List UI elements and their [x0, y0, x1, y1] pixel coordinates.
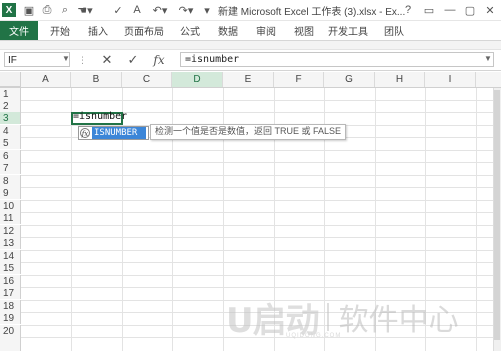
grid-line [21, 275, 501, 276]
grid-line [21, 187, 501, 188]
redo-icon[interactable]: ↷▾ [176, 3, 196, 17]
minimize-button[interactable]: — [442, 2, 458, 18]
insert-function-icon[interactable]: fx [150, 52, 168, 68]
column-header-e[interactable]: E [223, 72, 274, 87]
name-box[interactable]: IF [4, 52, 70, 67]
row-header-12[interactable]: 12 [0, 225, 21, 237]
select-all-button[interactable] [0, 72, 21, 87]
ribbon-display-button[interactable]: ▭ [421, 2, 437, 18]
tab-insert[interactable]: 插入 [84, 21, 112, 40]
touch-mode-icon[interactable]: ☚▾ [76, 3, 94, 17]
row-header-13[interactable]: 13 [0, 237, 21, 249]
customize-icon[interactable]: ▾ [202, 3, 212, 17]
tab-data[interactable]: 数据 [214, 21, 242, 40]
grid-line [21, 225, 501, 226]
cancel-icon[interactable]: ✕ [98, 52, 116, 68]
ribbon-collapsed-area [0, 41, 501, 50]
tab-team[interactable]: 团队 [380, 21, 408, 40]
ribbon-tabs: 文件 开始 插入 页面布局 公式 数据 审阅 视图 开发工具 团队 [0, 21, 501, 41]
row-header-19[interactable]: 19 [0, 312, 21, 324]
excel-logo-icon: X [2, 3, 16, 17]
close-button[interactable]: ✕ [482, 2, 498, 18]
scrollbar-thumb[interactable] [494, 90, 500, 340]
row-header-2[interactable]: 2 [0, 100, 21, 112]
column-header-b[interactable]: B [71, 72, 122, 87]
grid-line [21, 162, 501, 163]
spelling-icon[interactable]: ✓ [110, 3, 126, 17]
row-header-20[interactable]: 20 [0, 325, 21, 337]
grid-line [21, 200, 501, 201]
watermark-text: 软件中心 [338, 303, 459, 338]
tab-page-layout[interactable]: 页面布局 [122, 21, 166, 40]
row-header-6[interactable]: 6 [0, 150, 21, 162]
name-box-dropdown-icon[interactable]: ▼ [62, 54, 70, 63]
grid-line [21, 150, 501, 151]
save-icon[interactable]: ▣ [22, 3, 36, 17]
enter-icon[interactable]: ✓ [124, 52, 142, 68]
row-header-18[interactable]: 18 [0, 300, 21, 312]
row-header-8[interactable]: 8 [0, 175, 21, 187]
grid-line [21, 237, 501, 238]
grid-line [21, 212, 501, 213]
column-header-h[interactable]: H [375, 72, 425, 87]
function-icon: fx [80, 128, 90, 138]
autocomplete-item-isnumber[interactable]: ISNUMBER [92, 127, 146, 139]
function-tooltip: 检测一个值是否是数值，返回 TRUE 或 FALSE [150, 124, 347, 140]
tab-file[interactable]: 文件 [0, 21, 38, 40]
undo-icon[interactable]: ↶▾ [150, 3, 170, 17]
tab-formulas[interactable]: 公式 [176, 21, 204, 40]
column-header-f[interactable]: F [274, 72, 324, 87]
row-header-3[interactable]: 3 [0, 112, 21, 124]
print-icon[interactable]: ⎙ [40, 3, 54, 17]
maximize-button[interactable]: ▢ [462, 2, 478, 18]
row-header-14[interactable]: 14 [0, 250, 21, 262]
help-button[interactable]: ? [400, 2, 416, 18]
tab-home[interactable]: 开始 [46, 21, 74, 40]
watermark-divider [326, 303, 329, 331]
row-header-9[interactable]: 9 [0, 187, 21, 199]
column-header-g[interactable]: G [324, 72, 375, 87]
tab-view[interactable]: 视图 [290, 21, 318, 40]
grid-line [21, 175, 501, 176]
row-header-11[interactable]: 11 [0, 212, 21, 224]
row-header-10[interactable]: 10 [0, 200, 21, 212]
title-bar: X ▣ ⎙ ⌕ ☚▾ ✓ A ↶▾ ↷▾ ▾ 新建 Microsoft Exce… [0, 0, 501, 21]
watermark: U启动 软件中心 UQIDONG.COM [226, 297, 459, 341]
row-header-16[interactable]: 16 [0, 275, 21, 287]
font-size-icon[interactable]: A [130, 3, 144, 17]
row-header-7[interactable]: 7 [0, 162, 21, 174]
column-header-i[interactable]: I [425, 72, 476, 87]
column-header-c[interactable]: C [122, 72, 172, 87]
formula-input[interactable]: =isnumber [180, 52, 494, 67]
grid-line [21, 100, 501, 101]
formula-bar-grip-icon: ⋮ [78, 55, 87, 65]
row-header-1[interactable]: 1 [0, 88, 21, 100]
column-header-a[interactable]: A [21, 72, 71, 87]
row-header-5[interactable]: 5 [0, 137, 21, 149]
grid-line [21, 287, 501, 288]
cell-edit-text: =isnumber [73, 111, 128, 122]
tab-review[interactable]: 审阅 [252, 21, 280, 40]
row-header-15[interactable]: 15 [0, 262, 21, 274]
window-title: 新建 Microsoft Excel 工作表 (3).xlsx - Ex... [218, 7, 406, 18]
grid-line [21, 250, 501, 251]
row-header-4[interactable]: 4 [0, 125, 21, 137]
row-header-21 [0, 337, 21, 351]
grid-line [21, 262, 501, 263]
watermark-subtext: UQIDONG.COM [286, 333, 342, 339]
print-preview-icon[interactable]: ⌕ [58, 3, 72, 17]
column-header-d[interactable]: D [172, 72, 223, 87]
row-header-17[interactable]: 17 [0, 287, 21, 299]
formula-bar: IF ▼ ⋮ ✕ ✓ fx =isnumber ▼ [0, 50, 501, 71]
tab-developer[interactable]: 开发工具 [326, 21, 370, 40]
expand-formula-bar-icon[interactable]: ▼ [484, 54, 492, 63]
